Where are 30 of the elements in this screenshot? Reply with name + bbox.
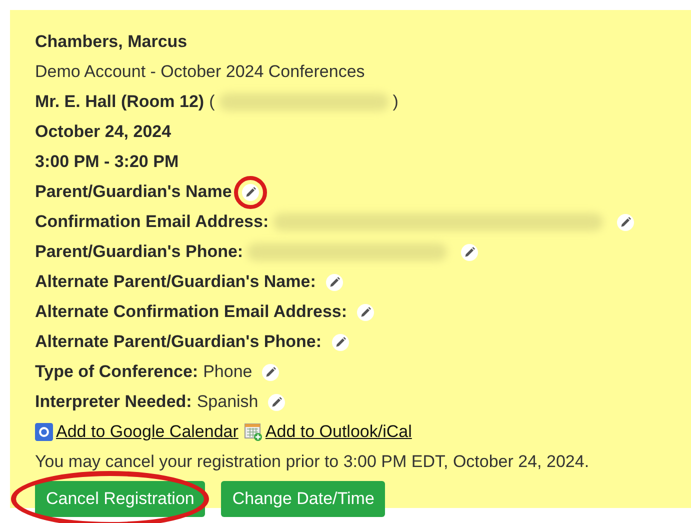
field-label: Alternate Parent/Guardian's Name: — [35, 272, 316, 292]
calendar-add-icon — [244, 423, 262, 441]
cancel-notice: You may cancel your registration prior to 3:00 PM EDT, October 24, 2024. — [35, 452, 590, 472]
calendar-link[interactable]: Add to Outlook/iCal — [265, 422, 412, 442]
field-value: Phone — [203, 362, 252, 382]
field-label: Confirmation Email Address: — [35, 212, 269, 232]
conference-date: October 24, 2024 — [35, 122, 172, 142]
pencil-icon[interactable] — [268, 394, 286, 410]
account-title: Demo Account - October 2024 Conferences — [35, 62, 365, 82]
teacher-name: Mr. E. Hall (Room 12) — [35, 92, 204, 112]
pencil-icon[interactable] — [461, 244, 478, 260]
field-label: Interpreter Needed: — [35, 392, 192, 412]
google-calendar-icon — [35, 423, 53, 441]
conference-time: 3:00 PM - 3:20 PM — [35, 152, 179, 172]
pencil-icon[interactable] — [616, 214, 634, 230]
field-label: Parent/Guardian's Phone: — [35, 242, 244, 262]
pencil-icon[interactable] — [332, 334, 348, 350]
parenthesis: ( — [209, 92, 215, 112]
field-label: Alternate Parent/Guardian's Phone: — [35, 332, 322, 352]
field-value: Spanish — [196, 392, 258, 412]
field-label: Type of Conference: — [35, 362, 198, 382]
pencil-icon[interactable] — [357, 304, 374, 320]
parenthesis: ) — [392, 92, 398, 112]
pencil-icon[interactable] — [262, 364, 280, 380]
student-name: Chambers, Marcus — [35, 32, 188, 52]
field-label: Alternate Confirmation Email Address: — [35, 302, 348, 322]
pencil-icon[interactable] — [326, 274, 343, 290]
field-label: Parent/Guardian's Name — [35, 182, 232, 202]
calendar-link[interactable]: Add to Google Calendar — [56, 422, 238, 442]
pencil-icon[interactable] — [242, 184, 259, 200]
